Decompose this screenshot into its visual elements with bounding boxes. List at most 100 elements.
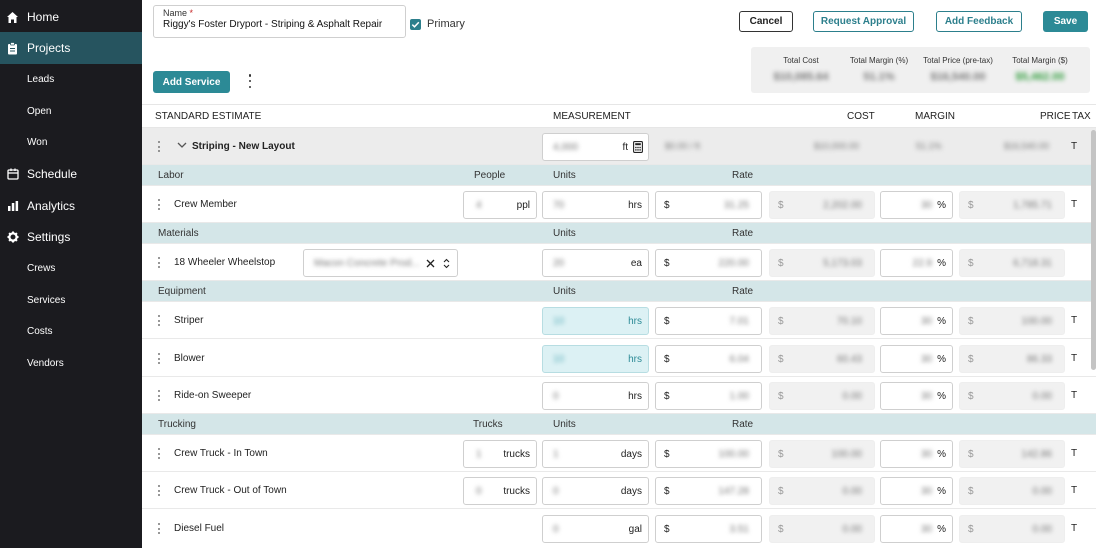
- units-input[interactable]: 10 hrs: [542, 345, 649, 373]
- margin-input[interactable]: 30%: [880, 307, 953, 335]
- sidebar-item-settings[interactable]: Settings: [0, 221, 142, 253]
- sidebar-item-projects[interactable]: Projects: [0, 32, 142, 64]
- drag-handle-icon[interactable]: [157, 390, 160, 401]
- margin-input[interactable]: 30%: [880, 477, 953, 505]
- price-display: $100.00: [959, 307, 1065, 335]
- line-item-crew-member[interactable]: Crew Member 4 ppl 70 hrs $31.25 $2,202.00 …: [142, 186, 1096, 223]
- name-field[interactable]: Name * Riggy's Foster Dryport - Striping…: [153, 5, 406, 38]
- units-input[interactable]: 0 hrs: [542, 382, 649, 410]
- line-item-truck-out-of-town[interactable]: Crew Truck - Out of Town 0 trucks 0 days $…: [142, 472, 1096, 509]
- item-name: Crew Member: [174, 199, 237, 210]
- rate-input[interactable]: $100.00: [655, 440, 762, 468]
- trucks-input[interactable]: 0 trucks: [463, 477, 537, 505]
- line-item-sweeper[interactable]: Ride-on Sweeper 0 hrs $1.00 $0.00 30% $0.…: [142, 377, 1096, 414]
- rate-input[interactable]: $6.04: [655, 345, 762, 373]
- units-input[interactable]: 70 hrs: [542, 191, 649, 219]
- rate-input[interactable]: $220.00: [655, 249, 762, 277]
- currency-symbol: $: [778, 200, 784, 211]
- currency-symbol: $: [664, 524, 670, 535]
- drag-handle-icon[interactable]: [157, 353, 160, 364]
- percent-symbol: %: [937, 258, 946, 269]
- chevron-down-icon[interactable]: [177, 142, 187, 149]
- drag-handle-icon[interactable]: [157, 199, 160, 210]
- rate-input[interactable]: $3.51: [655, 515, 762, 543]
- drag-handle-icon[interactable]: [157, 485, 160, 496]
- drag-handle-icon[interactable]: [157, 315, 160, 326]
- tax-indicator: T: [1071, 315, 1078, 326]
- line-item-blower[interactable]: Blower 10 hrs $6.04 $60.43 30% $86.33 T: [142, 340, 1096, 377]
- col-units: Units: [553, 228, 576, 239]
- sidebar-item-vendors[interactable]: Vendors: [0, 347, 142, 379]
- more-options-icon[interactable]: [247, 74, 253, 88]
- rate-input[interactable]: $31.25: [655, 191, 762, 219]
- rate-input[interactable]: $7.01: [655, 307, 762, 335]
- currency-symbol: $: [778, 486, 784, 497]
- drag-handle-icon[interactable]: [157, 257, 160, 268]
- units-input[interactable]: 1 days: [542, 440, 649, 468]
- drag-handle-icon[interactable]: [157, 523, 160, 534]
- calculator-icon[interactable]: [633, 141, 643, 153]
- units-input[interactable]: 20 ea: [542, 249, 649, 277]
- margin-input[interactable]: 22.9%: [880, 249, 953, 277]
- margin-input[interactable]: 30%: [880, 382, 953, 410]
- vendor-select[interactable]: Macon Concrete Prod...: [303, 249, 458, 277]
- rate-input[interactable]: $1.00: [655, 382, 762, 410]
- scrollbar[interactable]: [1091, 130, 1096, 370]
- line-item-truck-in-town[interactable]: Crew Truck - In Town 1 trucks 1 days $100.…: [142, 435, 1096, 472]
- sidebar-item-label: Services: [27, 294, 66, 306]
- margin-input[interactable]: 30%: [880, 440, 953, 468]
- line-item-wheelstop[interactable]: 18 Wheeler Wheelstop Macon Concrete Prod…: [142, 244, 1096, 281]
- drag-handle-icon[interactable]: [157, 141, 160, 152]
- line-item-striper[interactable]: Striper 10 hrs $7.01 $70.10 30% $100.00 T: [142, 302, 1096, 339]
- margin-input[interactable]: 30%: [880, 345, 953, 373]
- margin-input[interactable]: 30%: [880, 191, 953, 219]
- rate-input[interactable]: $147.28: [655, 477, 762, 505]
- units-input[interactable]: 0 gal: [542, 515, 649, 543]
- total-price-label: Total Price (pre-tax): [923, 56, 993, 65]
- trucks-unit: trucks: [503, 449, 530, 460]
- line-item-diesel-fuel[interactable]: Diesel Fuel 0 gal $3.51 $0.00 30% $0.00 T: [142, 510, 1096, 547]
- cancel-button[interactable]: Cancel: [739, 11, 793, 32]
- price-value: 86.33: [1026, 354, 1052, 365]
- tax-indicator: T: [1071, 523, 1078, 534]
- sidebar-item-home[interactable]: Home: [0, 1, 142, 33]
- sidebar-item-schedule[interactable]: Schedule: [0, 158, 142, 190]
- currency-symbol: $: [778, 391, 784, 402]
- margin-input[interactable]: 30%: [880, 515, 953, 543]
- primary-checkbox[interactable]: [410, 19, 421, 30]
- add-feedback-button[interactable]: Add Feedback: [936, 11, 1022, 32]
- sidebar-item-open[interactable]: Open: [0, 95, 142, 127]
- clear-icon[interactable]: [426, 259, 435, 268]
- sidebar-item-costs[interactable]: Costs: [0, 315, 142, 347]
- request-approval-button[interactable]: Request Approval: [813, 11, 914, 32]
- trucks-input[interactable]: 1 trucks: [463, 440, 537, 468]
- currency-symbol: $: [778, 524, 784, 535]
- units-input[interactable]: 0 days: [542, 477, 649, 505]
- add-service-button[interactable]: Add Service: [153, 71, 230, 93]
- people-input[interactable]: 4 ppl: [463, 191, 537, 219]
- item-name: Crew Truck - In Town: [174, 448, 268, 459]
- units-input[interactable]: 10 hrs: [542, 307, 649, 335]
- cost-value: 5,173.03: [823, 258, 862, 269]
- save-button[interactable]: Save: [1043, 11, 1088, 32]
- section-label: Materials: [158, 228, 199, 239]
- units-unit: hrs: [628, 391, 642, 402]
- sidebar-item-analytics[interactable]: Analytics: [0, 190, 142, 222]
- service-row[interactable]: Striping - New Layout 4,000 ft $0.00 / f…: [142, 128, 1096, 165]
- col-units: Units: [553, 419, 576, 430]
- percent-symbol: %: [937, 449, 946, 460]
- section-label: Equipment: [158, 286, 206, 297]
- service-measurement-field[interactable]: 4,000 ft: [542, 133, 649, 161]
- currency-symbol: $: [968, 449, 974, 460]
- sidebar-item-services[interactable]: Services: [0, 284, 142, 316]
- currency-symbol: $: [778, 354, 784, 365]
- sidebar-item-crews[interactable]: Crews: [0, 252, 142, 284]
- select-arrows-icon[interactable]: [443, 258, 450, 269]
- price-value: 0.00: [1032, 391, 1052, 402]
- sidebar-item-won[interactable]: Won: [0, 126, 142, 158]
- sidebar-item-label: Vendors: [27, 357, 64, 369]
- sidebar-item-leads[interactable]: Leads: [0, 63, 142, 95]
- rate-value: 6.04: [729, 354, 749, 365]
- name-value[interactable]: Riggy's Foster Dryport - Striping & Asph…: [163, 19, 396, 30]
- drag-handle-icon[interactable]: [157, 448, 160, 459]
